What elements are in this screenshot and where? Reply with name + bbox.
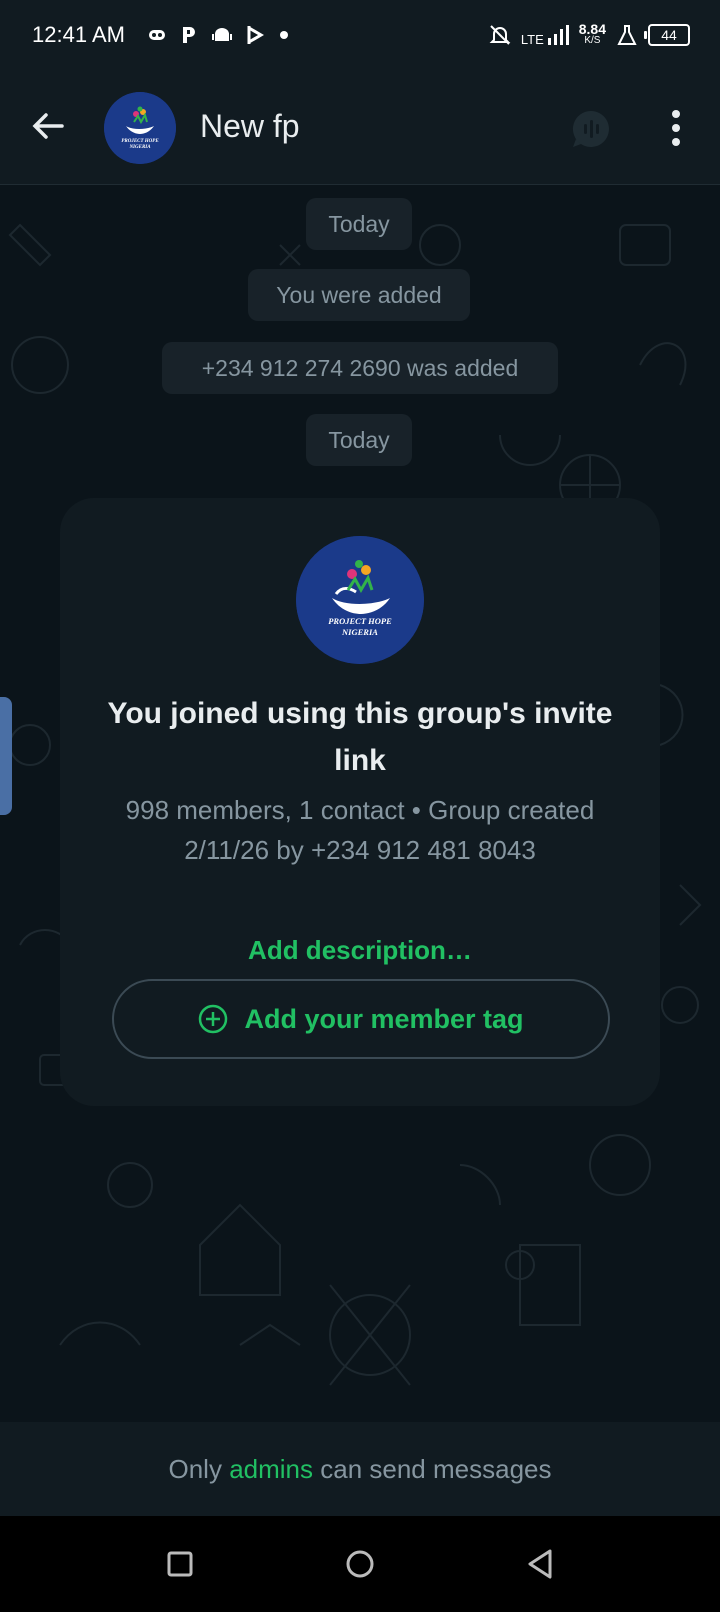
- side-panel-handle[interactable]: [0, 697, 12, 815]
- network-type: LTE: [520, 32, 544, 47]
- parking-p-icon: [183, 27, 195, 43]
- android-icon: [212, 28, 232, 41]
- date-divider: Today: [306, 198, 412, 250]
- home-circle-icon[interactable]: [338, 1542, 382, 1586]
- system-message-member-added: +234 912 274 2690 was added: [162, 342, 558, 394]
- system-status-icons: LTE 8.84 K/S 44: [489, 20, 690, 50]
- project-hope-logo-icon: PROJECT HOPE NIGERIA: [104, 92, 176, 164]
- notification-icons: [148, 22, 288, 48]
- signal-strength-icon: [547, 25, 569, 45]
- status-time: 12:41 AM: [32, 22, 125, 47]
- add-member-tag-button[interactable]: Add your member tag: [112, 979, 610, 1059]
- admins-link[interactable]: admins: [229, 1454, 313, 1484]
- notifications-off-icon: [489, 25, 511, 45]
- svg-text:PROJECT HOPE: PROJECT HOPE: [121, 139, 159, 144]
- app-notification-icon: [247, 26, 264, 44]
- battery-indicator: 44: [644, 24, 690, 46]
- date-divider: Today: [306, 414, 412, 466]
- add-circle-icon: [199, 1004, 228, 1034]
- add-member-tag-label: Add your member tag: [244, 1003, 524, 1034]
- group-avatar-large[interactable]: PROJECT HOPE NIGERIA: [296, 536, 424, 664]
- chat-header: PROJECT HOPE NIGERIA New fp: [0, 72, 720, 185]
- flask-icon: [617, 25, 637, 45]
- project-hope-logo-icon: PROJECT HOPE NIGERIA: [296, 536, 424, 664]
- svg-text:NIGERIA: NIGERIA: [128, 145, 151, 150]
- more-notifications-dot-icon: [280, 31, 288, 39]
- svg-text:PROJECT HOPE: PROJECT HOPE: [328, 616, 392, 626]
- game-controller-icon: [149, 30, 165, 40]
- group-invite-info-card: PROJECT HOPE NIGERIA You joined using th…: [60, 498, 660, 1106]
- chat-title[interactable]: New fp: [200, 108, 300, 145]
- back-triangle-icon[interactable]: [518, 1542, 562, 1586]
- group-avatar[interactable]: PROJECT HOPE NIGERIA: [104, 92, 176, 164]
- recent-apps-square-icon[interactable]: [158, 1542, 202, 1586]
- add-description-link[interactable]: Add description…: [60, 935, 660, 966]
- chat-messages-area[interactable]: Today You were added +234 912 274 2690 w…: [0, 185, 720, 1422]
- status-bar: 12:41 AM LTE 8.84 K/S 44: [0, 0, 720, 72]
- invite-joined-heading: You joined using this group's invite lin…: [107, 697, 613, 777]
- network-speed: 8.84 K/S: [578, 21, 606, 46]
- system-message-you-added: You were added: [248, 269, 470, 321]
- system-navigation-bar: [0, 1516, 720, 1612]
- voice-chat-icon[interactable]: [570, 108, 612, 150]
- more-options-icon[interactable]: [666, 108, 686, 148]
- group-meta-info: 998 members, 1 contact • Group created 2…: [125, 795, 595, 865]
- admins-only-notice: Only admins can send messages: [0, 1422, 720, 1516]
- svg-text:NIGERIA: NIGERIA: [341, 627, 378, 637]
- back-arrow-icon[interactable]: [28, 106, 68, 146]
